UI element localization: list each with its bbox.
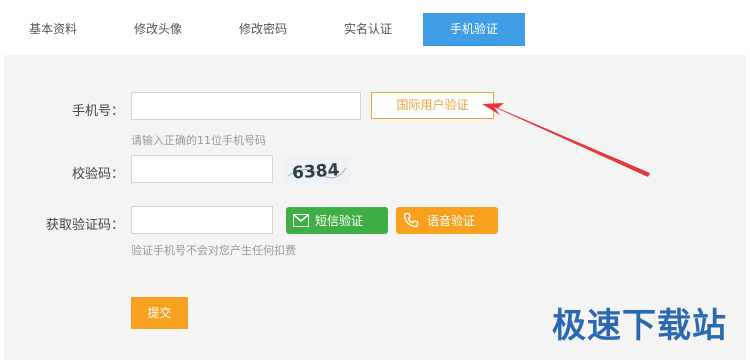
phone-label: 手机号： bbox=[71, 104, 124, 119]
tab-bar: 基本资料 修改头像 修改密码 实名认证 手机验证 bbox=[0, 13, 750, 46]
annotation-arrow bbox=[482, 103, 650, 177]
phone-input[interactable] bbox=[131, 92, 361, 120]
watermark-logo: 极速下载站 bbox=[552, 306, 727, 346]
envelope-icon bbox=[293, 213, 309, 227]
verification-code-input[interactable] bbox=[131, 206, 273, 234]
captcha-text: 6384 bbox=[291, 160, 340, 183]
code-label: 获取验证码： bbox=[45, 218, 124, 233]
phone-hint: 请输入正确的11位手机号码 bbox=[131, 134, 266, 147]
submit-button[interactable]: 提交 bbox=[131, 297, 188, 329]
voice-verify-label: 语音验证 bbox=[427, 214, 476, 228]
tab-change-password[interactable]: 修改密码 bbox=[212, 13, 314, 46]
sms-verify-label: 短信验证 bbox=[315, 214, 364, 228]
tab-change-avatar[interactable]: 修改头像 bbox=[107, 13, 209, 46]
captcha-image[interactable]: 6384 bbox=[284, 156, 350, 184]
captcha-graphic: 6384 bbox=[287, 160, 347, 184]
voice-verify-button[interactable]: 语音验证 bbox=[396, 207, 498, 234]
tab-real-name-auth[interactable]: 实名认证 bbox=[317, 13, 419, 46]
tab-basic-info[interactable]: 基本资料 bbox=[2, 13, 104, 46]
code-hint: 验证手机号不会对您产生任何扣费 bbox=[131, 244, 296, 257]
tab-phone-verification[interactable]: 手机验证 bbox=[423, 13, 525, 46]
captcha-label: 校验码： bbox=[71, 167, 124, 182]
captcha-input[interactable] bbox=[131, 155, 273, 183]
phone-icon bbox=[403, 212, 421, 230]
sms-verify-button[interactable]: 短信验证 bbox=[286, 207, 388, 234]
